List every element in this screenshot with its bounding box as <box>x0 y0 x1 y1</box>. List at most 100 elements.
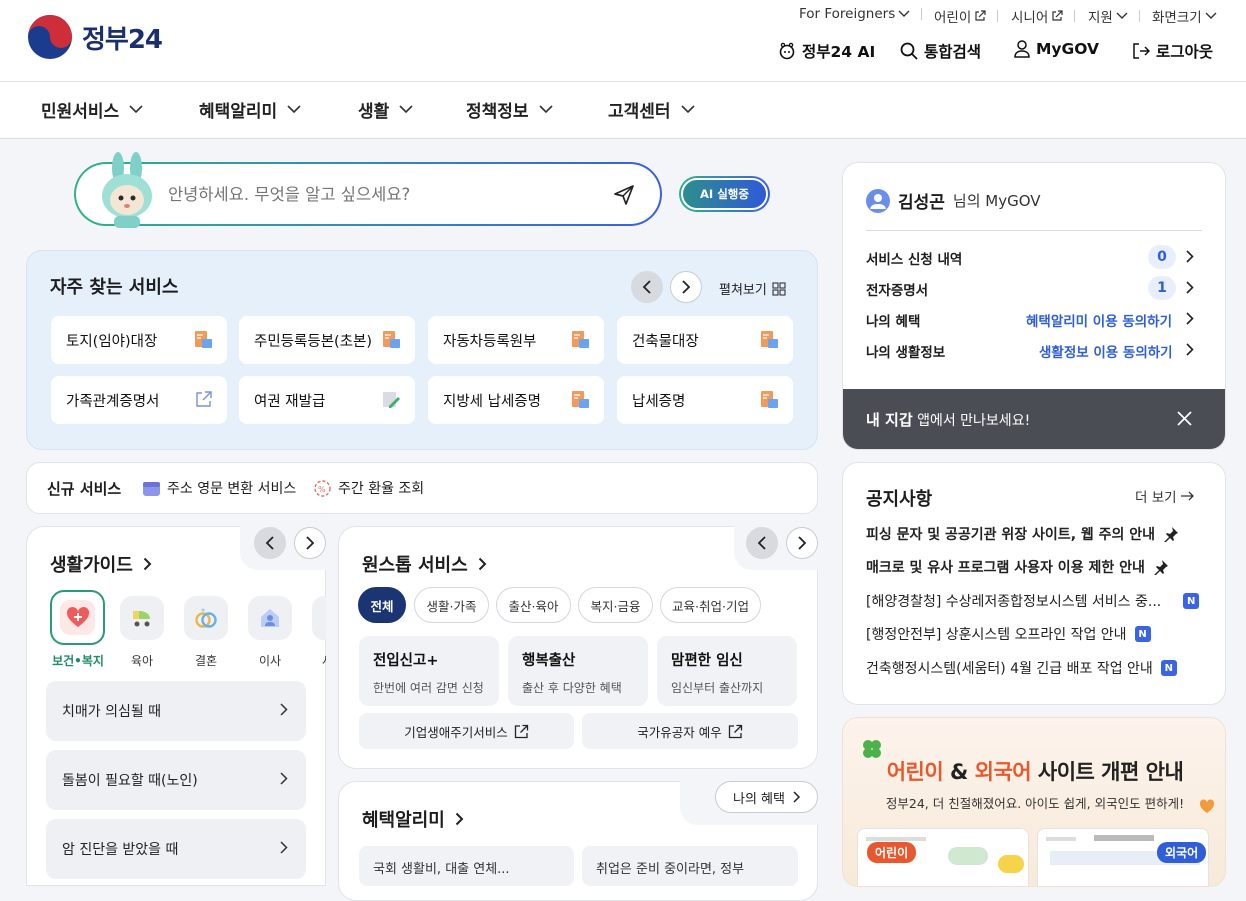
document-issue-icon <box>572 331 589 348</box>
top-link-foreigners[interactable]: For Foreigners <box>799 6 923 22</box>
ai-search-input[interactable] <box>168 178 588 210</box>
onestop-link-button[interactable]: 국가유공자 예우 <box>582 713 798 749</box>
frequent-service-item[interactable]: 납세증명 <box>617 376 793 424</box>
life-guide-next-button[interactable] <box>294 527 326 559</box>
onestop-link-label: 국가유공자 예우 <box>637 724 722 740</box>
life-guide-title-label: 생활가이드 <box>50 555 133 576</box>
notice-title: 공지사항 <box>866 489 933 510</box>
nav-item-policy[interactable]: 정책정보 <box>466 97 553 122</box>
onestop-card[interactable]: 전입신고+ 한번에 여러 감면 신청 <box>359 636 499 706</box>
onestop-link-label: 기업생애주기서비스 <box>404 724 508 740</box>
benefit-card[interactable]: 취업은 준비 중이라면, 정부 <box>582 846 798 886</box>
chevron-right-icon[interactable] <box>1186 281 1194 294</box>
notice-item[interactable]: 건축행정시스템(세움터) 4월 긴급 배포 작업 안내 N <box>866 658 1177 678</box>
nav-item-civil[interactable]: 민원서비스 <box>41 97 143 122</box>
nav-item-life[interactable]: 생활 <box>358 97 413 122</box>
wallet-sub: 앱에서 만나보세요! <box>917 413 1031 429</box>
banner-title-kids: 어린이 <box>886 760 944 784</box>
life-category-health[interactable] <box>50 590 105 645</box>
mygov-count-badge[interactable]: 1 <box>1148 276 1176 300</box>
top-link-support[interactable]: 지원 <box>1088 6 1140 26</box>
new-service-item[interactable]: 주소 영문 변환 서비스 <box>142 478 296 498</box>
life-guide-button[interactable]: 암 진단을 받았을 때 <box>46 819 306 879</box>
banner-tag-kids: 어린이 <box>867 842 917 863</box>
frequent-service-item[interactable]: 토지(임야)대장 <box>51 316 227 364</box>
onestop-tab[interactable]: 출산·육아 <box>496 587 571 623</box>
life-category-more[interactable] <box>312 596 326 640</box>
mygov-suffix: 님의 MyGOV <box>952 192 1041 210</box>
site-logo[interactable]: 정부24 <box>26 13 163 61</box>
chevron-right-icon[interactable] <box>1186 343 1194 356</box>
logout-button[interactable]: 로그아웃 <box>1132 40 1213 62</box>
onestop-tab[interactable]: 교육·취업·기업 <box>660 587 761 623</box>
life-guide-button[interactable]: 치매가 의심될 때 <box>46 681 306 741</box>
mygov-button[interactable]: MyGOV <box>1014 40 1099 58</box>
frequent-service-item[interactable]: 지방세 납세증명 <box>428 376 604 424</box>
stroller-icon <box>133 611 150 627</box>
frequent-next-button[interactable] <box>670 271 702 303</box>
onestop-tab-all[interactable]: 전체 <box>358 587 406 623</box>
mygov-count-badge[interactable]: 0 <box>1148 245 1176 269</box>
onestop-next-button[interactable] <box>786 527 818 559</box>
mygov-consent-link[interactable]: 혜택알리미 이용 동의하기 <box>1026 310 1172 330</box>
new-service-item[interactable]: % 주간 환율 조회 <box>313 478 424 498</box>
service-label: 납세증명 <box>632 393 686 410</box>
nav-item-support[interactable]: 고객센터 <box>608 97 695 122</box>
my-benefit-button[interactable]: 나의 혜택 <box>715 781 818 813</box>
benefit-card[interactable]: 국회 생활비, 대출 연체... <box>359 846 574 886</box>
mygov-row-label: 서비스 신청 내역 <box>866 252 963 268</box>
search-button[interactable]: 통합검색 <box>900 40 981 62</box>
life-category-marriage[interactable] <box>184 596 228 640</box>
onestop-tab[interactable]: 복지·금융 <box>578 587 653 623</box>
mygov-divider <box>866 230 1202 231</box>
chevron-right-icon[interactable] <box>1186 250 1194 263</box>
life-category-childcare[interactable] <box>120 596 164 640</box>
top-link-screen-size[interactable]: 화면크기 <box>1152 6 1217 26</box>
chevron-right-icon[interactable] <box>1186 312 1194 325</box>
frequent-service-item[interactable]: 가족관계증명서 <box>51 376 227 424</box>
ai-search-box[interactable] <box>74 162 662 226</box>
ai-status-badge[interactable]: AI 실행중 <box>679 176 770 212</box>
frequent-service-item[interactable]: 주민등록등본(초본) <box>239 316 415 364</box>
notice-item[interactable]: [해양경찰청] 수상레저종합정보시스템 서비스 중... N <box>866 591 1200 611</box>
benefit-title[interactable]: 혜택알리미 <box>362 806 464 832</box>
ai-button[interactable]: 정부24 AI <box>778 40 875 62</box>
notice-item[interactable]: [행정안전부] 상훈시스템 오프라인 작업 안내 N <box>866 624 1151 644</box>
frequent-service-item[interactable]: 여권 재발급 <box>239 376 415 424</box>
rabbit-mascot-icon <box>102 152 152 228</box>
life-guide-prev-button[interactable] <box>254 527 286 559</box>
mygov-consent-link[interactable]: 생활정보 이용 동의하기 <box>1039 341 1173 361</box>
frequent-expand-button[interactable]: 펼쳐보기 <box>719 279 786 298</box>
close-icon[interactable] <box>1177 411 1192 426</box>
frequent-service-item[interactable]: 건축물대장 <box>617 316 793 364</box>
onestop-card-title: 행복출산 <box>522 653 576 669</box>
life-guide-button[interactable]: 돌봄이 필요할 때(노인) <box>46 750 306 810</box>
onestop-card-title: 맘편한 임신 <box>671 653 743 669</box>
top-link-label: 지원 <box>1088 10 1113 26</box>
notice-more-link[interactable]: 더 보기 <box>1135 486 1195 506</box>
document-issue-icon <box>761 391 778 408</box>
health-heart-icon <box>66 606 90 627</box>
onestop-tab[interactable]: 생활·가족 <box>414 587 489 623</box>
top-link-senior[interactable]: 시니어 <box>1011 6 1076 26</box>
site-renewal-banner[interactable]: 어린이 & 외국어 사이트 개편 안내 정부24, 더 친절해졌어요. 아이도 … <box>842 717 1226 887</box>
nav-item-benefit[interactable]: 혜택알리미 <box>199 97 301 122</box>
onestop-card[interactable]: 행복출산 출산 후 다양한 혜택 <box>508 636 648 706</box>
life-guide-title[interactable]: 생활가이드 <box>50 551 152 577</box>
onestop-prev-button[interactable] <box>746 527 778 559</box>
frequent-service-item[interactable]: 자동차등록원부 <box>428 316 604 364</box>
frequent-prev-button[interactable] <box>631 271 663 303</box>
onestop-title-label: 원스톱 서비스 <box>362 555 468 576</box>
life-category-label: 이사 <box>258 654 282 668</box>
external-link-icon <box>728 724 742 738</box>
onestop-card[interactable]: 맘편한 임신 임신부터 출산까지 <box>657 636 797 706</box>
notice-item[interactable]: 매크로 및 유사 프로그램 사용자 이용 제한 안내 <box>866 557 1169 577</box>
banner-title: 어린이 & 외국어 사이트 개편 안내 <box>843 756 1225 786</box>
onestop-title[interactable]: 원스톱 서비스 <box>362 551 487 577</box>
send-icon[interactable] <box>612 183 636 207</box>
chevron-down-icon <box>287 105 301 114</box>
life-category-moving[interactable] <box>248 596 292 640</box>
notice-item[interactable]: 피싱 문자 및 공공기관 위장 사이트, 웹 주의 안내 <box>866 524 1179 544</box>
onestop-link-button[interactable]: 기업생애주기서비스 <box>359 713 574 749</box>
top-link-kids[interactable]: 어린이 <box>934 6 999 26</box>
